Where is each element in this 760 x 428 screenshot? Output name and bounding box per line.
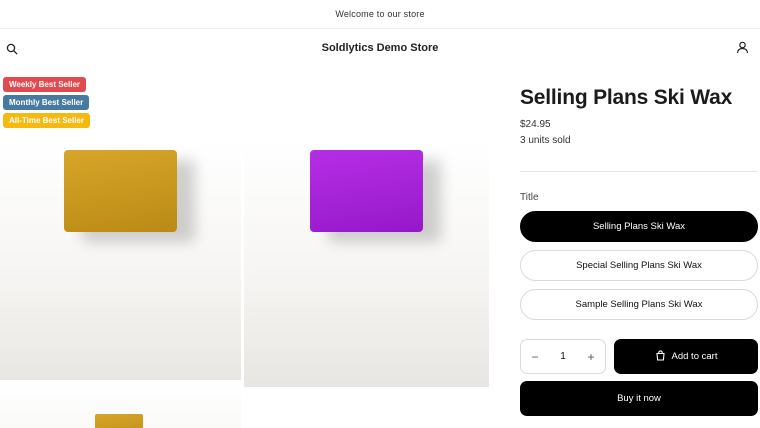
product-image-2[interactable]	[244, 138, 489, 387]
variant-sample-selling-plans-ski-wax[interactable]: Sample Selling Plans Ski Wax	[520, 289, 758, 320]
yellow-wax-bar	[95, 414, 143, 428]
product-media-gallery: Weekly Best Seller Monthly Best Seller A…	[0, 72, 490, 428]
all-time-best-seller-badge: All-Time Best Seller	[3, 113, 90, 128]
variant-selling-plans-ski-wax[interactable]: Selling Plans Ski Wax	[520, 211, 758, 242]
increase-quantity-button[interactable]: +	[577, 340, 605, 373]
units-sold: 3 units sold	[520, 135, 571, 146]
yellow-wax-bar	[64, 150, 177, 232]
monthly-best-seller-badge: Monthly Best Seller	[3, 95, 90, 110]
buy-it-now-button[interactable]: Buy it now	[520, 381, 758, 416]
product-image-1[interactable]	[0, 138, 241, 387]
variant-special-selling-plans-ski-wax[interactable]: Special Selling Plans Ski Wax	[520, 250, 758, 281]
product-info: Selling Plans Ski Wax $24.95 3 units sol…	[520, 72, 760, 416]
add-to-cart-button[interactable]: Add to cart	[614, 339, 758, 374]
weekly-best-seller-badge: Weekly Best Seller	[3, 77, 87, 92]
quantity-stepper: − 1 +	[520, 339, 606, 374]
announcement-bar: Welcome to our store	[0, 0, 760, 29]
product-image-3[interactable]	[0, 380, 241, 428]
add-to-cart-label: Add to cart	[671, 351, 718, 362]
buy-it-now-label: Buy it now	[617, 393, 661, 404]
product-price: $24.95	[520, 119, 551, 130]
cart-icon	[655, 349, 666, 364]
store-name[interactable]: Soldlytics Demo Store	[0, 42, 760, 54]
site-header: Soldlytics Demo Store	[0, 29, 760, 71]
variant-option-label: Title	[520, 192, 539, 203]
product-title: Selling Plans Ski Wax	[520, 86, 733, 109]
announcement-text: Welcome to our store	[335, 9, 425, 19]
purple-wax-bar	[310, 150, 423, 232]
user-icon[interactable]	[736, 41, 752, 57]
divider	[520, 171, 758, 172]
quantity-input[interactable]: 1	[549, 351, 577, 362]
decrease-quantity-button[interactable]: −	[521, 340, 549, 373]
